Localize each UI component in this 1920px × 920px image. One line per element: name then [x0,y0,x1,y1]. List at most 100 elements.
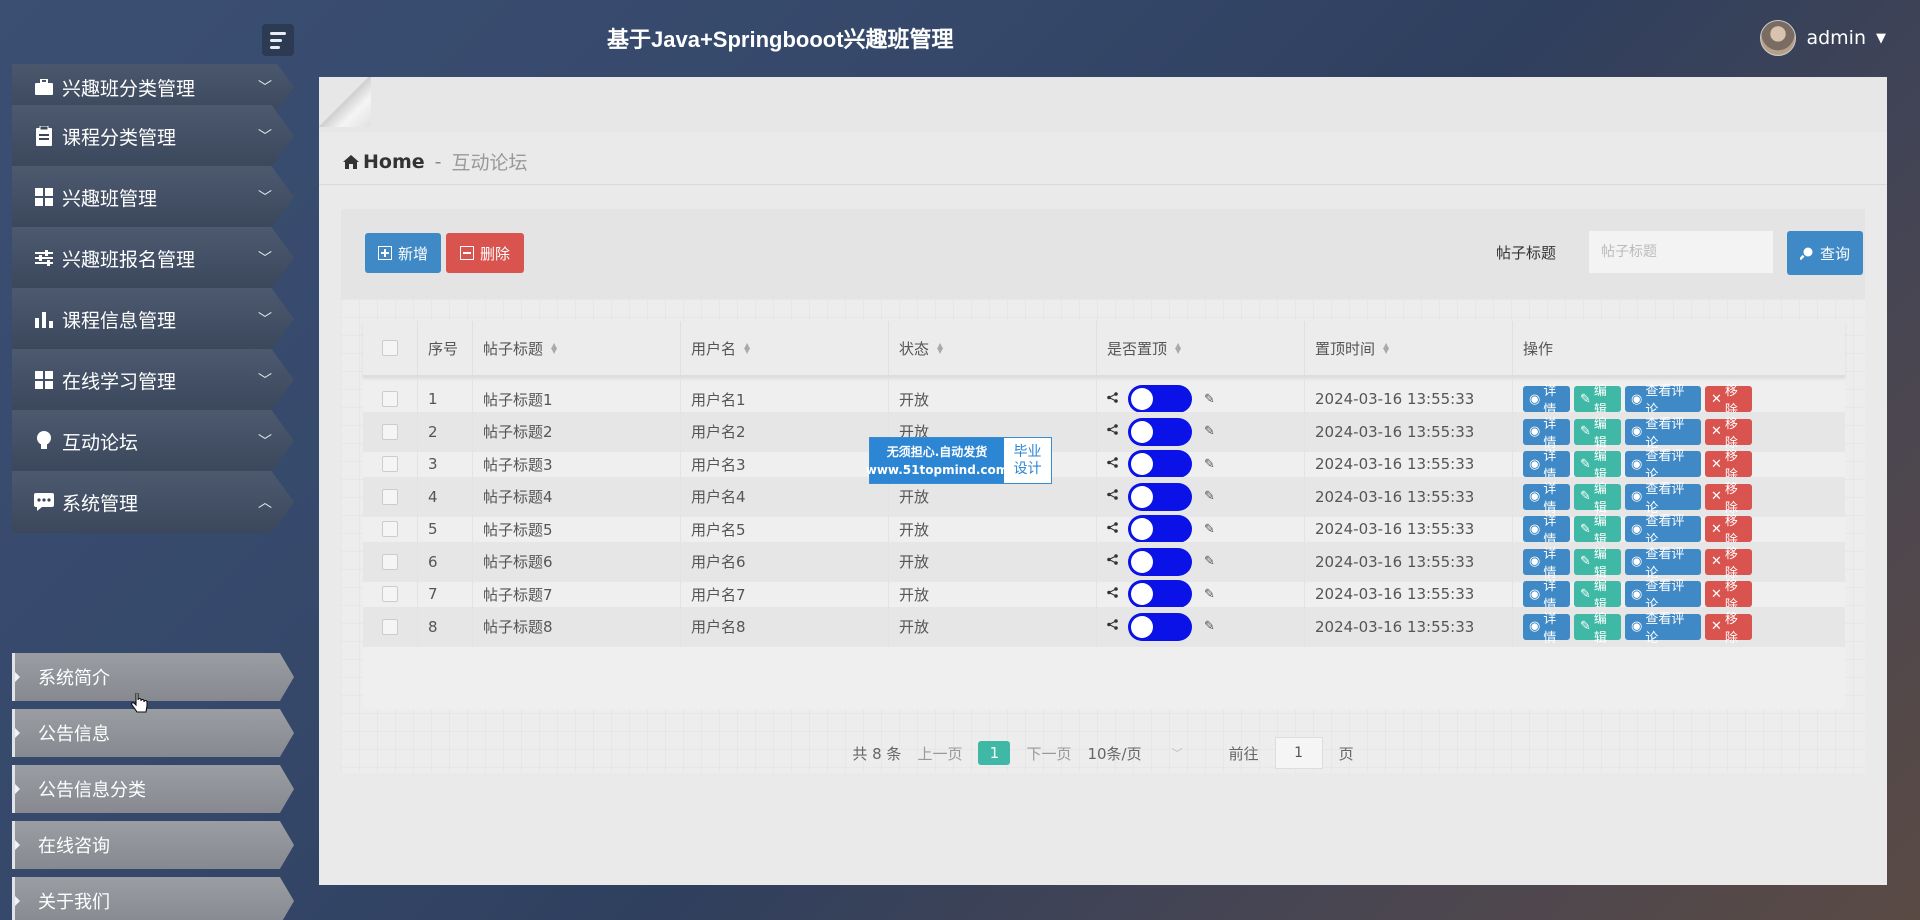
remove-button[interactable]: ✕ 移除 [1705,449,1752,483]
row-checkbox[interactable] [382,521,398,537]
pinned-toggle[interactable] [1128,385,1192,413]
remove-button[interactable]: ✕ 移除 [1705,417,1752,451]
pinned-toggle[interactable] [1128,515,1192,543]
view-comments-button[interactable]: ◉ 查看评论 [1625,612,1701,646]
delete-button[interactable]: 删除 [446,233,524,273]
sidebar-item-interest-class[interactable]: 兴趣班管理 ﹀ [12,166,294,228]
pen-icon[interactable]: ✎ [1204,424,1215,439]
share-icon[interactable] [1107,554,1118,569]
remove-button[interactable]: ✕ 移除 [1705,384,1752,418]
search-input[interactable] [1589,231,1773,273]
pinned-toggle[interactable] [1128,450,1192,478]
row-checkbox[interactable] [382,618,398,635]
edit-button[interactable]: ✎ 编辑 [1574,417,1621,451]
sort-icon[interactable]: ▲ ▼ [744,342,750,355]
pen-icon[interactable]: ✎ [1204,522,1215,537]
view-comments-button[interactable]: ◉ 查看评论 [1625,449,1701,483]
prev-page-button[interactable]: 上一页 [917,743,962,764]
search-button[interactable]: 查询 [1787,231,1863,275]
page-1-button[interactable]: 1 [978,741,1011,765]
grid-icon [34,187,54,207]
view-comments-button[interactable]: ◉ 查看评论 [1625,579,1701,613]
col-header-title[interactable]: 帖子标题 ▲ ▼ [473,321,681,375]
detail-button[interactable]: ◉ 详情 [1523,417,1570,451]
remove-button[interactable]: ✕ 移除 [1705,612,1752,646]
share-icon[interactable] [1107,391,1118,407]
pen-icon[interactable]: ✎ [1204,457,1215,472]
sidebar-subitem-about-system[interactable]: 系统简介 [12,653,294,701]
detail-button[interactable]: ◉ 详情 [1523,514,1570,548]
sidebar-item-forum[interactable]: 互动论坛 ﹀ [12,410,294,472]
col-header-status[interactable]: 状态 ▲ ▼ [889,321,1097,375]
pen-icon[interactable]: ✎ [1204,554,1215,569]
share-icon[interactable] [1107,489,1118,504]
pinned-toggle[interactable] [1128,482,1192,511]
sidebar-subitem-notice[interactable]: 公告信息 [12,709,294,757]
select-all-checkbox[interactable] [382,340,398,356]
pen-icon[interactable]: ✎ [1204,392,1215,407]
edit-button[interactable]: ✎ 编辑 [1574,547,1621,581]
edit-button[interactable]: ✎ 编辑 [1574,579,1621,613]
pinned-toggle[interactable] [1128,417,1192,446]
pinned-toggle[interactable] [1128,580,1192,608]
detail-button[interactable]: ◉ 详情 [1523,482,1570,516]
col-header-pinned[interactable]: 是否置顶 ▲ ▼ [1097,321,1305,375]
pinned-toggle[interactable] [1128,612,1192,641]
view-comments-button[interactable]: ◉ 查看评论 [1625,547,1701,581]
add-button[interactable]: 新增 [365,233,441,273]
sidebar-subitem-consult[interactable]: 在线咨询 [12,821,294,869]
detail-button[interactable]: ◉ 详情 [1523,449,1570,483]
sort-icon[interactable]: ▲ ▼ [1175,342,1181,355]
edit-button[interactable]: ✎ 编辑 [1574,612,1621,646]
edit-button[interactable]: ✎ 编辑 [1574,449,1621,483]
remove-button[interactable]: ✕ 移除 [1705,547,1752,581]
row-checkbox[interactable] [382,488,398,505]
goto-page-input[interactable] [1274,737,1323,769]
share-icon[interactable] [1107,586,1118,602]
row-checkbox[interactable] [382,391,398,407]
detail-button[interactable]: ◉ 详情 [1523,384,1570,418]
remove-button[interactable]: ✕ 移除 [1705,514,1752,548]
edit-button[interactable]: ✎ 编辑 [1574,482,1621,516]
pen-icon[interactable]: ✎ [1204,587,1215,602]
row-checkbox[interactable] [382,553,398,570]
row-checkbox[interactable] [382,586,398,602]
share-icon[interactable] [1107,456,1118,472]
menu-toggle-button[interactable] [262,24,294,56]
sidebar-subitem-notice-category[interactable]: 公告信息分类 [12,765,294,813]
share-icon[interactable] [1107,424,1118,439]
share-icon[interactable] [1107,619,1118,634]
sort-icon[interactable]: ▲ ▼ [551,342,557,355]
sidebar-subitem-about-us[interactable]: 关于我们 [12,877,294,920]
user-menu[interactable]: admin ▼ [1760,20,1886,56]
detail-button[interactable]: ◉ 详情 [1523,579,1570,613]
next-page-button[interactable]: 下一页 [1026,743,1071,764]
sidebar-item-enrollment[interactable]: 兴趣班报名管理 ﹀ [12,227,294,289]
sort-icon[interactable]: ▲ ▼ [937,342,943,355]
sidebar-item-course-info[interactable]: 课程信息管理 ﹀ [12,288,294,350]
view-comments-button[interactable]: ◉ 查看评论 [1625,417,1701,451]
sort-icon[interactable]: ▲ ▼ [1383,342,1389,355]
pen-icon[interactable]: ✎ [1204,619,1215,634]
sidebar-item-course-category[interactable]: 课程分类管理 ﹀ [12,105,294,167]
edit-button[interactable]: ✎ 编辑 [1574,384,1621,418]
row-checkbox[interactable] [382,456,398,472]
view-comments-button[interactable]: ◉ 查看评论 [1625,514,1701,548]
sidebar-item-system[interactable]: 系统管理 ︿ [12,471,294,533]
view-comments-button[interactable]: ◉ 查看评论 [1625,482,1701,516]
remove-button[interactable]: ✕ 移除 [1705,482,1752,516]
pinned-toggle[interactable] [1128,547,1192,576]
col-header-user[interactable]: 用户名 ▲ ▼ [681,321,889,375]
detail-button[interactable]: ◉ 详情 [1523,612,1570,646]
remove-button[interactable]: ✕ 移除 [1705,579,1752,613]
view-comments-button[interactable]: ◉ 查看评论 [1625,384,1701,418]
page-size-select[interactable]: 10条/页 ﹀ [1087,743,1182,764]
col-header-pin-time[interactable]: 置顶时间 ▲ ▼ [1305,321,1513,375]
sidebar-item-online-learning[interactable]: 在线学习管理 ﹀ [12,349,294,411]
pen-icon[interactable]: ✎ [1204,489,1215,504]
detail-button[interactable]: ◉ 详情 [1523,547,1570,581]
row-checkbox[interactable] [382,423,398,440]
edit-button[interactable]: ✎ 编辑 [1574,514,1621,548]
share-icon[interactable] [1107,521,1118,537]
breadcrumb-home[interactable]: Home [343,151,425,173]
